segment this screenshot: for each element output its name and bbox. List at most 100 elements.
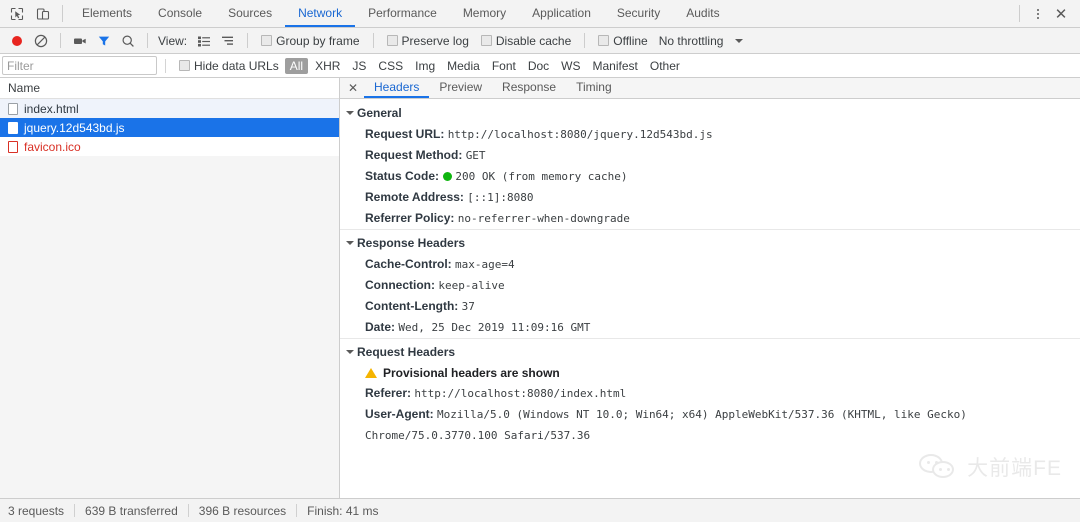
general-section-title: General	[357, 106, 402, 120]
tab-sources[interactable]: Sources	[215, 0, 285, 27]
request-name: index.html	[24, 101, 79, 116]
request-headers-section-title: Request Headers	[357, 345, 456, 359]
image-icon	[8, 140, 18, 153]
request-name: favicon.ico	[24, 139, 81, 154]
search-icon[interactable]	[117, 31, 139, 51]
tab-preview[interactable]: Preview	[429, 78, 492, 98]
request-list-pane: Name index.html jquery.12d543bd.js favic…	[0, 78, 340, 498]
user-agent-row: User-Agent: Mozilla/5.0 (Windows NT 10.0…	[340, 404, 1070, 446]
hide-data-urls-checkbox[interactable]: Hide data URLs	[179, 59, 279, 73]
filter-type-all[interactable]: All	[284, 57, 309, 74]
filter-divider-1	[165, 58, 166, 73]
status-divider	[187, 504, 189, 517]
tab-network[interactable]: Network	[285, 0, 356, 27]
detail-close-icon[interactable]: ✕	[342, 78, 364, 98]
table-row[interactable]: index.html	[0, 99, 339, 118]
list-view-icon[interactable]	[193, 31, 215, 51]
status-ok-dot-icon	[443, 172, 453, 181]
table-row[interactable]: jquery.12d543bd.js	[0, 118, 339, 137]
inspect-element-icon[interactable]	[8, 5, 26, 23]
filter-type-manifest[interactable]: Manifest	[588, 58, 643, 74]
filter-type-media[interactable]: Media	[442, 58, 485, 74]
filter-type-js[interactable]: JS	[347, 58, 371, 74]
filter-type-css[interactable]: CSS	[373, 58, 408, 74]
filter-type-doc[interactable]: Doc	[523, 58, 554, 74]
tab-console[interactable]: Console	[145, 0, 215, 27]
request-method-value: GET	[465, 149, 486, 162]
disable-cache-checkbox[interactable]: Disable cache	[480, 33, 572, 48]
tab-response[interactable]: Response	[492, 78, 566, 98]
tab-elements[interactable]: Elements	[69, 0, 145, 27]
chevron-down-icon	[346, 111, 354, 115]
filter-type-other[interactable]: Other	[645, 58, 685, 74]
filter-type-img[interactable]: Img	[410, 58, 440, 74]
response-headers-section-header[interactable]: Response Headers	[340, 229, 1080, 254]
remote-address-key: Remote Address:	[365, 190, 464, 204]
filter-type-ws[interactable]: WS	[556, 58, 585, 74]
tab-memory[interactable]: Memory	[450, 0, 519, 27]
network-toolbar: View: Group by frame Preserve log Disabl…	[0, 28, 1080, 54]
checkbox-box	[386, 35, 398, 46]
filter-input[interactable]	[2, 56, 157, 75]
filter-type-font[interactable]: Font	[487, 58, 521, 74]
checkbox-box	[179, 60, 190, 71]
warning-triangle-icon	[365, 368, 377, 378]
filter-funnel-icon[interactable]	[93, 31, 115, 51]
request-headers-section-header[interactable]: Request Headers	[340, 338, 1080, 363]
waterfall-view-icon[interactable]	[217, 31, 239, 51]
request-name: jquery.12d543bd.js	[24, 120, 125, 135]
clear-icon[interactable]	[30, 31, 52, 51]
tab-security[interactable]: Security	[604, 0, 673, 27]
throttling-select[interactable]: No throttling	[659, 34, 724, 48]
offline-checkbox[interactable]: Offline	[598, 33, 648, 48]
cache-control-key: Cache-Control:	[365, 257, 452, 271]
referer-key: Referer:	[365, 386, 412, 400]
content-length-key: Content-Length:	[365, 299, 459, 313]
tab-audits[interactable]: Audits	[673, 0, 732, 27]
resources-size: 396 B resources	[198, 503, 287, 518]
tab-performance[interactable]: Performance	[355, 0, 450, 27]
offline-label: Offline	[613, 33, 648, 48]
referer-row: Referer: http://localhost:8080/index.htm…	[340, 383, 1080, 404]
status-code-row: Status Code: 200 OK (from memory cache)	[340, 166, 1080, 187]
provisional-headers-warning: Provisional headers are shown	[340, 363, 1080, 383]
status-code-key: Status Code:	[365, 169, 440, 183]
chevron-down-icon	[346, 241, 354, 245]
request-method-key: Request Method:	[365, 148, 463, 162]
checkbox-box	[261, 35, 273, 46]
status-code-value: 200 OK (from memory cache)	[455, 170, 628, 183]
kebab-menu-icon[interactable]	[1028, 4, 1048, 24]
tab-headers[interactable]: Headers	[364, 78, 430, 98]
record-button-icon[interactable]	[6, 31, 28, 51]
toolbar-divider-5	[584, 33, 586, 48]
request-url-key: Request URL:	[365, 127, 445, 141]
chevron-down-icon[interactable]	[735, 38, 744, 43]
filter-type-xhr[interactable]: XHR	[310, 58, 345, 74]
camera-icon[interactable]	[69, 31, 91, 51]
request-url-row: Request URL: http://localhost:8080/jquer…	[340, 124, 1080, 145]
cache-control-row: Cache-Control: max-age=4	[340, 254, 1080, 275]
close-icon[interactable]: ✕	[1050, 4, 1072, 24]
status-divider	[74, 504, 76, 517]
filter-bar: Hide data URLs All XHR JS CSS Img Media …	[0, 54, 1080, 78]
group-by-frame-checkbox[interactable]: Group by frame	[261, 34, 360, 48]
request-list-empty-area	[0, 156, 339, 498]
general-section-header[interactable]: General	[340, 99, 1080, 124]
date-key: Date:	[365, 320, 396, 334]
device-toolbar-icon[interactable]	[34, 5, 52, 23]
toolbar-divider-2	[147, 33, 148, 48]
network-status-bar: 3 requests 639 B transferred 396 B resou…	[0, 498, 1080, 522]
tab-timing[interactable]: Timing	[566, 78, 622, 98]
tabbar-tool-icons	[0, 0, 56, 27]
panel-tabs: Elements Console Sources Network Perform…	[69, 0, 733, 27]
headers-content: General Request URL: http://localhost:80…	[340, 99, 1080, 498]
table-row[interactable]: favicon.ico	[0, 137, 339, 156]
preserve-log-checkbox[interactable]: Preserve log	[386, 34, 469, 48]
tab-application[interactable]: Application	[519, 0, 604, 27]
detail-tabbar: ✕ Headers Preview Response Timing	[340, 78, 1080, 99]
content-length-value: 37	[461, 300, 475, 313]
referer-value: http://localhost:8080/index.html	[414, 387, 627, 400]
finish-time: Finish: 41 ms	[307, 503, 379, 518]
disable-cache-label: Disable cache	[495, 33, 572, 48]
toolbar-divider-1	[60, 33, 61, 48]
